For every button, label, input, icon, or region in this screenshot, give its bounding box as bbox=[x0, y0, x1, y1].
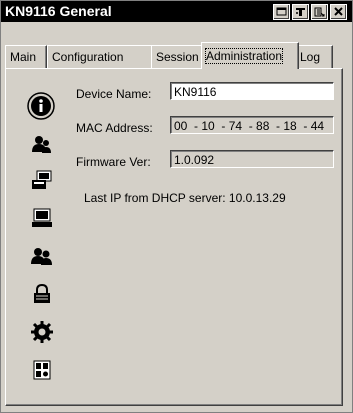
tab-configuration-label: Configuration bbox=[52, 50, 124, 64]
mac-address-field: 00 - 10 - 74 - 88 - 18 - 44 bbox=[170, 116, 334, 134]
tab-log-label: Log bbox=[300, 50, 321, 64]
tab-main-label: Main bbox=[10, 50, 37, 64]
tab-administration[interactable]: Administration bbox=[201, 42, 299, 69]
firmware-field: 1.0.092 bbox=[170, 150, 334, 168]
device-icon[interactable] bbox=[30, 169, 54, 191]
firmware-icon[interactable] bbox=[30, 359, 54, 381]
lock-icon[interactable] bbox=[30, 283, 54, 305]
tab-administration-label: Administration bbox=[204, 48, 284, 64]
close-icon bbox=[334, 7, 343, 16]
firmware-label: Firmware Ver: bbox=[76, 155, 151, 169]
tab-main[interactable]: Main bbox=[5, 45, 47, 68]
info-icon[interactable] bbox=[26, 91, 56, 121]
title-bar[interactable]: KN9116 General bbox=[1, 1, 352, 22]
tab-session-label: Session bbox=[156, 50, 199, 64]
tab-configuration[interactable]: Configuration bbox=[47, 45, 153, 68]
minimize-icon bbox=[276, 7, 287, 16]
dhcp-info-text: Last IP from DHCP server: 10.0.13.29 bbox=[84, 191, 286, 205]
help-icon bbox=[296, 8, 305, 16]
users-icon[interactable] bbox=[30, 245, 54, 267]
administration-panel: Device Name: KN9116 MAC Address: 00 - 10… bbox=[5, 68, 343, 406]
export-icon bbox=[314, 7, 325, 17]
device-name-label: Device Name: bbox=[76, 87, 152, 101]
close-button[interactable] bbox=[330, 4, 347, 20]
help-button[interactable] bbox=[292, 4, 309, 20]
device-name-field[interactable]: KN9116 bbox=[170, 82, 334, 100]
minimize-button[interactable] bbox=[273, 4, 290, 20]
user-icon[interactable] bbox=[30, 133, 54, 155]
gear-icon[interactable] bbox=[30, 321, 54, 343]
mac-address-label: MAC Address: bbox=[76, 121, 153, 135]
tab-log[interactable]: Log bbox=[295, 45, 333, 68]
main-window: KN9116 General Main Configuration Sessio… bbox=[0, 0, 353, 413]
computer-icon[interactable] bbox=[30, 207, 54, 229]
window-title: KN9116 General bbox=[5, 3, 112, 19]
export-button[interactable] bbox=[311, 4, 328, 20]
